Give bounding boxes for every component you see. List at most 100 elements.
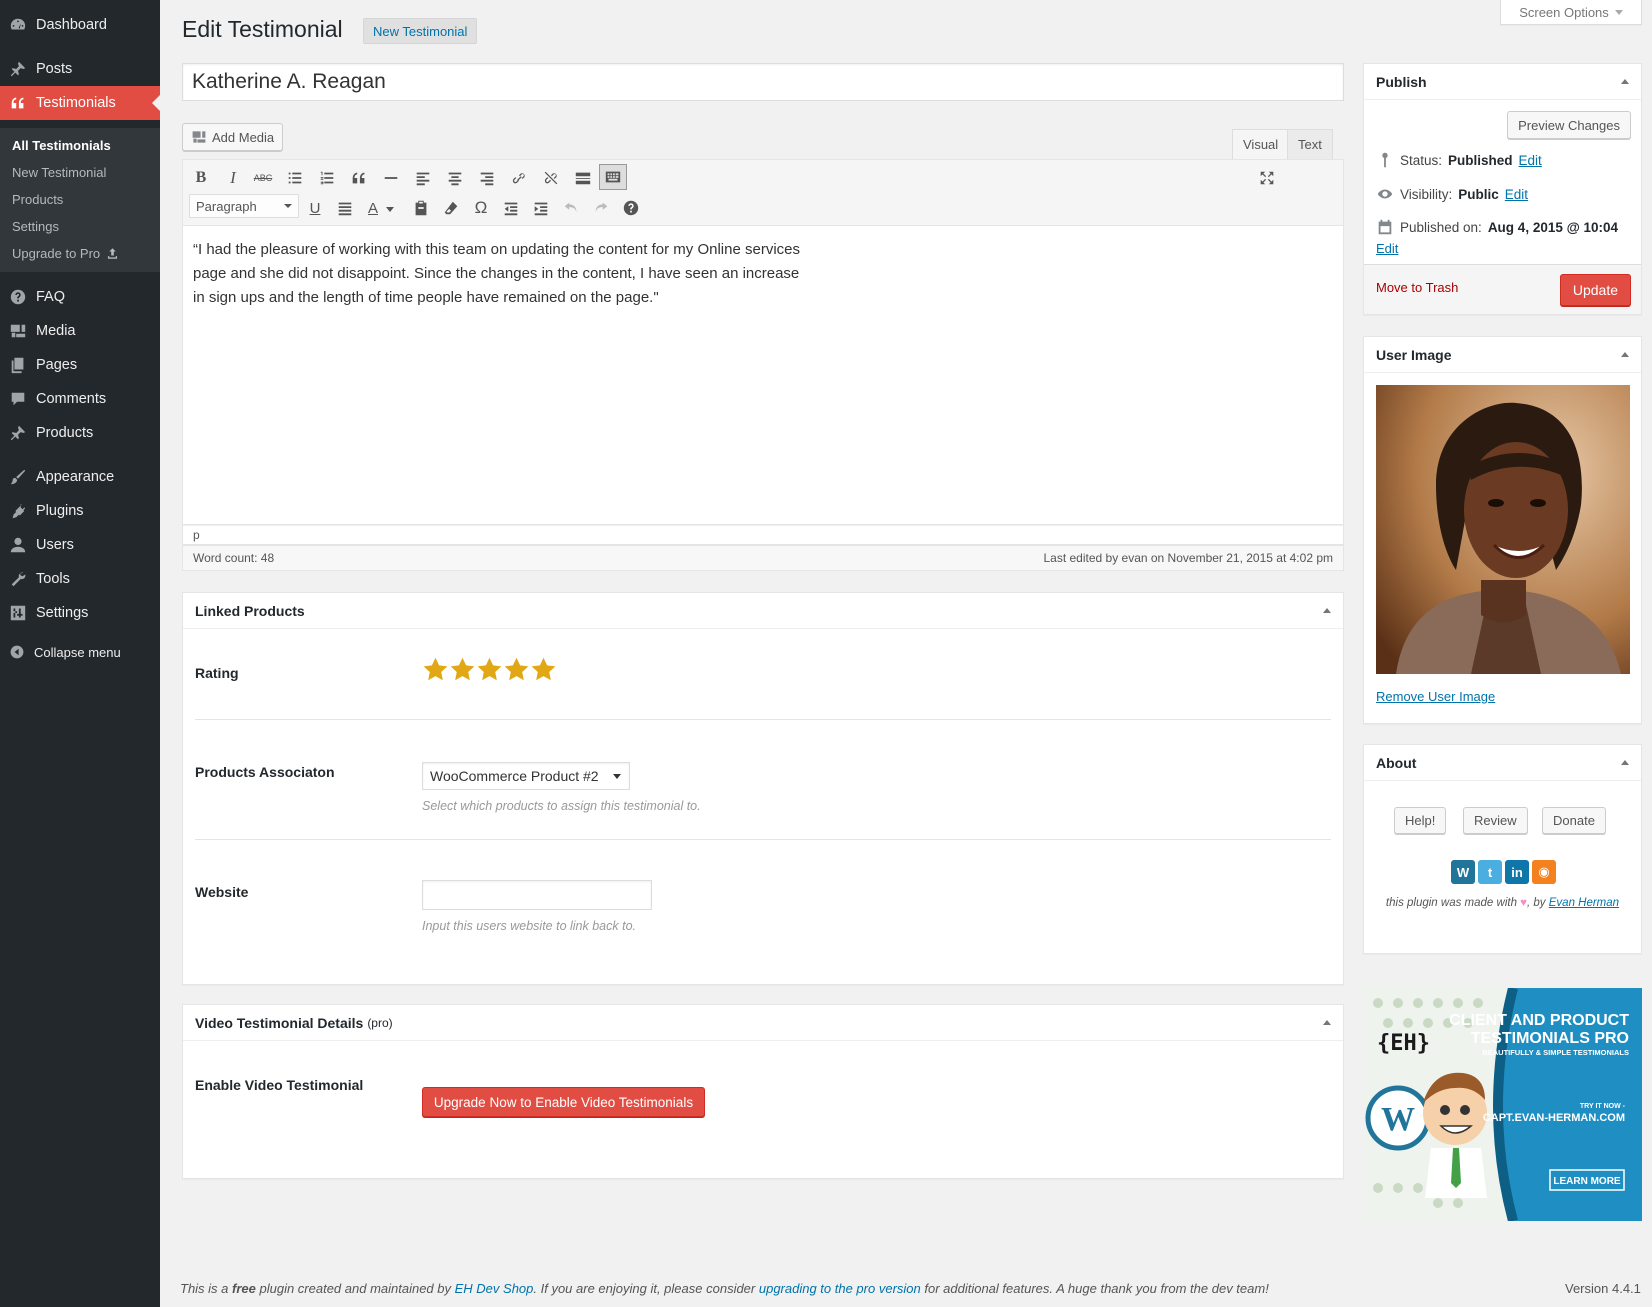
editor-content-area[interactable]: “I had the pleasure of working with this… bbox=[182, 225, 1344, 525]
sidebar-item-comments[interactable]: Comments bbox=[0, 382, 160, 416]
rating-star-icon[interactable] bbox=[449, 656, 476, 683]
sidebar-item-pages[interactable]: Pages bbox=[0, 348, 160, 382]
sidebar-item-products[interactable]: Products bbox=[0, 416, 160, 450]
post-title-input[interactable]: Katherine A. Reagan bbox=[182, 63, 1344, 101]
submenu-settings[interactable]: Settings bbox=[0, 213, 160, 240]
admin-sidebar: Dashboard Posts Testimonials All Testimo… bbox=[0, 0, 160, 1307]
rating-star-icon[interactable] bbox=[530, 656, 557, 683]
pro-promo-banner[interactable]: {EH} W CLIENT AND PRODUCT TESTIMONIALS P… bbox=[1363, 988, 1642, 1221]
rating-star-icon[interactable] bbox=[422, 656, 449, 683]
upgrade-video-button[interactable]: Upgrade Now to Enable Video Testimonials bbox=[422, 1087, 705, 1117]
collapse-menu-button[interactable]: Collapse menu bbox=[0, 640, 160, 664]
remove-user-image-link[interactable]: Remove User Image bbox=[1376, 689, 1495, 704]
twitter-icon[interactable]: t bbox=[1478, 860, 1502, 884]
undo-button[interactable] bbox=[557, 194, 585, 222]
sidebar-item-settings[interactable]: Settings bbox=[0, 596, 160, 630]
linkedin-icon[interactable]: in bbox=[1505, 860, 1529, 884]
tab-text[interactable]: Text bbox=[1287, 129, 1333, 159]
preview-changes-button[interactable]: Preview Changes bbox=[1507, 111, 1631, 139]
products-association-select[interactable]: WooCommerce Product #2 bbox=[422, 762, 630, 790]
sidebar-item-plugins[interactable]: Plugins bbox=[0, 494, 160, 528]
sidebar-item-testimonials[interactable]: Testimonials bbox=[0, 86, 160, 120]
paste-text-button[interactable] bbox=[407, 194, 435, 222]
format-select[interactable]: Paragraph bbox=[189, 194, 299, 218]
publish-header[interactable]: Publish bbox=[1364, 64, 1641, 100]
italic-button[interactable]: I bbox=[219, 164, 247, 192]
user-image-header[interactable]: User Image bbox=[1364, 337, 1641, 373]
redo-button[interactable] bbox=[587, 194, 615, 222]
website-input[interactable] bbox=[422, 880, 652, 910]
sidebar-item-dashboard[interactable]: Dashboard bbox=[0, 8, 160, 42]
outdent-button[interactable] bbox=[497, 194, 525, 222]
edit-visibility-link[interactable]: Edit bbox=[1505, 187, 1528, 202]
collapse-toggle-icon[interactable] bbox=[1323, 1020, 1331, 1025]
banner-cta[interactable]: LEARN MORE bbox=[1553, 1176, 1621, 1187]
wordpress-icon[interactable]: W bbox=[1451, 860, 1475, 884]
made-with-credit: this plugin was made with ♥, by Evan Her… bbox=[1364, 897, 1641, 909]
rss-icon[interactable]: ◉ bbox=[1532, 860, 1556, 884]
align-right-button[interactable] bbox=[473, 164, 501, 192]
edit-date-link[interactable]: Edit bbox=[1376, 241, 1398, 256]
sidebar-item-media[interactable]: Media bbox=[0, 314, 160, 348]
submenu-new-testimonial[interactable]: New Testimonial bbox=[0, 159, 160, 186]
collapse-toggle-icon[interactable] bbox=[1621, 79, 1629, 84]
clear-formatting-button[interactable] bbox=[437, 194, 465, 222]
eh-dev-shop-link[interactable]: EH Dev Shop bbox=[455, 1281, 534, 1296]
video-testimonial-header[interactable]: Video Testimonial Details (pro) bbox=[183, 1005, 1343, 1041]
special-character-button[interactable]: Ω bbox=[467, 194, 495, 222]
underline-button[interactable]: U bbox=[301, 194, 329, 222]
sidebar-item-label: Appearance bbox=[36, 469, 115, 485]
linked-products-header[interactable]: Linked Products bbox=[183, 593, 1343, 629]
indent-button[interactable] bbox=[527, 194, 555, 222]
sidebar-item-posts[interactable]: Posts bbox=[0, 52, 160, 86]
add-media-button[interactable]: Add Media bbox=[182, 123, 284, 151]
collapse-toggle-icon[interactable] bbox=[1621, 760, 1629, 765]
toolbar-toggle-button[interactable] bbox=[599, 164, 627, 190]
bold-button[interactable]: B bbox=[187, 164, 215, 192]
about-header[interactable]: About bbox=[1364, 745, 1641, 781]
collapse-toggle-icon[interactable] bbox=[1621, 352, 1629, 357]
collapse-toggle-icon[interactable] bbox=[1323, 608, 1331, 613]
strikethrough-button[interactable]: ABC bbox=[249, 164, 277, 192]
add-new-testimonial-button[interactable]: New Testimonial bbox=[363, 18, 478, 44]
horizontal-line-button[interactable] bbox=[377, 164, 405, 192]
tab-visual[interactable]: Visual bbox=[1232, 129, 1290, 159]
sidebar-item-appearance[interactable]: Appearance bbox=[0, 460, 160, 494]
submenu-all-testimonials[interactable]: All Testimonials bbox=[0, 132, 160, 159]
sidebar-item-tools[interactable]: Tools bbox=[0, 562, 160, 596]
review-button[interactable]: Review bbox=[1463, 807, 1528, 834]
keyboard-shortcuts-button[interactable] bbox=[617, 194, 645, 222]
website-label: Website bbox=[195, 884, 249, 900]
insert-link-button[interactable] bbox=[505, 164, 533, 192]
screen-options-button[interactable]: Screen Options bbox=[1500, 0, 1642, 25]
page-title: Edit Testimonial bbox=[182, 16, 343, 42]
quote-icon bbox=[352, 172, 365, 184]
sidebar-item-users[interactable]: Users bbox=[0, 528, 160, 562]
justify-button[interactable] bbox=[331, 194, 359, 222]
donate-button[interactable]: Donate bbox=[1542, 807, 1606, 834]
unlink-icon bbox=[544, 171, 558, 185]
author-link[interactable]: Evan Herman bbox=[1549, 897, 1619, 909]
indent-icon bbox=[534, 202, 548, 216]
move-to-trash-link[interactable]: Move to Trash bbox=[1376, 280, 1458, 295]
upgrade-pro-link[interactable]: upgrading to the pro version bbox=[759, 1281, 921, 1296]
text-color-button[interactable]: A bbox=[361, 194, 401, 222]
sidebar-item-faq[interactable]: FAQ bbox=[0, 280, 160, 314]
edit-status-link[interactable]: Edit bbox=[1519, 153, 1542, 168]
bullet-list-button[interactable] bbox=[281, 164, 309, 192]
footer-free: free bbox=[232, 1281, 256, 1296]
remove-link-button[interactable] bbox=[537, 164, 565, 192]
submenu-upgrade-to-pro[interactable]: Upgrade to Pro bbox=[0, 240, 160, 267]
rating-star-icon[interactable] bbox=[476, 656, 503, 683]
numbered-list-button[interactable] bbox=[313, 164, 341, 192]
read-more-button[interactable] bbox=[569, 164, 597, 192]
align-center-button[interactable] bbox=[441, 164, 469, 192]
upload-icon bbox=[108, 248, 118, 259]
submenu-products[interactable]: Products bbox=[0, 186, 160, 213]
blockquote-button[interactable] bbox=[345, 164, 373, 192]
align-left-button[interactable] bbox=[409, 164, 437, 192]
rating-star-icon[interactable] bbox=[503, 656, 530, 683]
help-button[interactable]: Help! bbox=[1394, 807, 1447, 834]
update-button[interactable]: Update bbox=[1559, 274, 1631, 306]
fullscreen-button[interactable] bbox=[1253, 164, 1281, 192]
